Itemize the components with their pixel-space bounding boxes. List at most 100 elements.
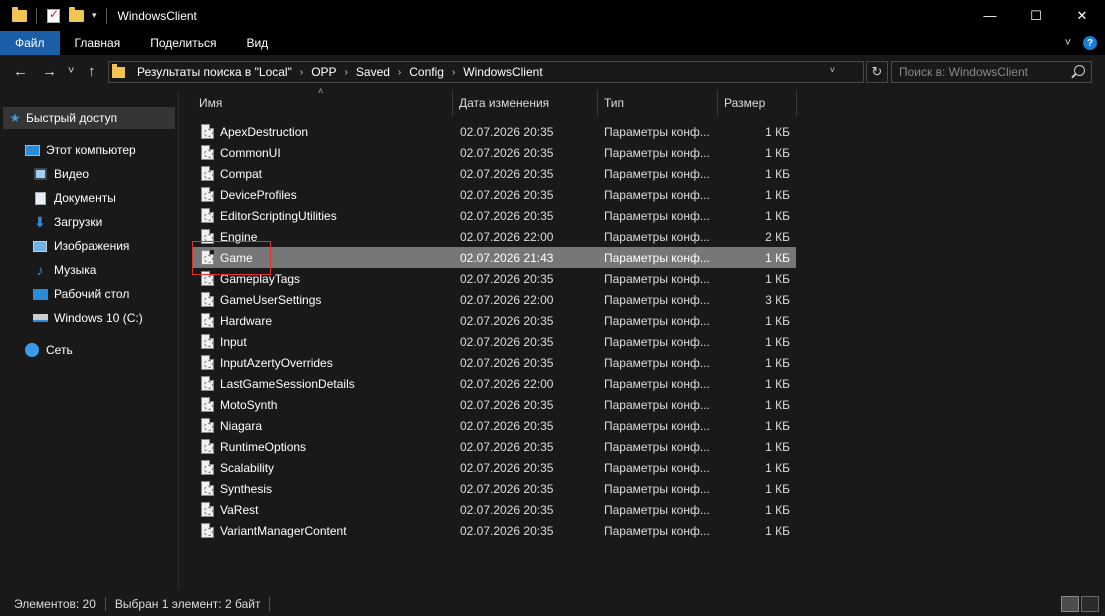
file-date: 02.07.2026 20:35 xyxy=(460,208,554,223)
customize-toolbar-chevron-icon[interactable]: ▾ xyxy=(92,10,97,21)
column-header-type[interactable]: Тип xyxy=(604,90,714,116)
config-file-icon xyxy=(201,208,214,223)
sidebar-item-label: Этот компьютер xyxy=(46,143,136,157)
table-row[interactable]: MotoSynth 02.07.2026 20:35 Параметры конф.… xyxy=(193,394,796,415)
table-row[interactable]: InputAzertyOverrides 02.07.2026 20:35 Пара… xyxy=(193,352,796,373)
properties-icon[interactable] xyxy=(47,7,60,23)
table-row[interactable]: Hardware 02.07.2026 20:35 Параметры конф..… xyxy=(193,310,796,331)
search-input[interactable]: Поиск в: WindowsClient xyxy=(891,61,1092,83)
chevron-right-icon[interactable]: › xyxy=(398,67,401,78)
table-row[interactable]: Engine 02.07.2026 22:00 Параметры конф... 2… xyxy=(193,226,796,247)
column-header-date[interactable]: Дата изменения xyxy=(459,90,594,116)
column-header-name[interactable]: Имя xyxy=(199,90,449,116)
sidebar-item-drive-c[interactable]: Windows 10 (C:) xyxy=(32,307,143,329)
table-row[interactable]: LastGameSessionDetails 02.07.2026 22:00 Па… xyxy=(193,373,796,394)
table-row[interactable]: VaRest 02.07.2026 20:35 Параметры конф... 1… xyxy=(193,499,796,520)
sidebar-item-this-pc[interactable]: Этот компьютер xyxy=(24,139,136,161)
table-row[interactable]: Compat 02.07.2026 20:35 Параметры конф... 1… xyxy=(193,163,796,184)
address-dropdown-chevron-icon[interactable]: ˅ xyxy=(830,65,835,75)
column-divider[interactable] xyxy=(796,90,797,116)
chevron-right-icon[interactable]: › xyxy=(300,67,303,78)
sidebar-item-images[interactable]: Изображения xyxy=(32,235,129,257)
sidebar-item-label: Изображения xyxy=(54,239,130,253)
tab-file[interactable]: Файл xyxy=(0,31,60,55)
sidebar-item-music[interactable]: ♪ Музыка xyxy=(32,259,97,281)
recent-locations-chevron-icon[interactable]: ˅ xyxy=(68,65,74,77)
tab-view[interactable]: Вид xyxy=(231,31,283,55)
file-type: Параметры конф... xyxy=(604,376,710,391)
column-divider[interactable] xyxy=(597,90,598,116)
file-date: 02.07.2026 20:35 xyxy=(460,124,554,139)
sidebar-item-documents[interactable]: Документы xyxy=(32,187,116,209)
file-date: 02.07.2026 20:35 xyxy=(460,334,554,349)
tab-home[interactable]: Главная xyxy=(60,31,136,55)
sidebar-item-label: Рабочий стол xyxy=(54,287,130,301)
sidebar-item-desktop[interactable]: Рабочий стол xyxy=(32,283,129,305)
file-size: 1 КБ xyxy=(765,397,790,412)
config-file-icon xyxy=(201,292,214,307)
table-row[interactable]: VariantManagerContent 02.07.2026 20:35 Пар… xyxy=(193,520,796,541)
refresh-button[interactable]: ↻ xyxy=(866,61,888,83)
large-icons-view-button[interactable] xyxy=(1081,596,1099,612)
file-name: ApexDestruction xyxy=(220,124,309,139)
music-note-icon: ♪ xyxy=(36,262,44,278)
chevron-right-icon[interactable]: › xyxy=(452,67,455,78)
table-row[interactable]: EditorScriptingUtilities 02.07.2026 20:35… xyxy=(193,205,796,226)
table-row[interactable]: Niagara 02.07.2026 20:35 Параметры конф...… xyxy=(193,415,796,436)
sidebar-item-quick-access[interactable]: ★ Быстрый доступ xyxy=(3,107,175,129)
table-row[interactable]: DeviceProfiles 02.07.2026 20:35 Параметры … xyxy=(193,184,796,205)
up-arrow-icon[interactable]: ↑ xyxy=(88,63,96,80)
file-date: 02.07.2026 20:35 xyxy=(460,460,554,475)
table-row[interactable]: GameUserSettings 02.07.2026 22:00 Параметр… xyxy=(193,289,796,310)
config-file-icon xyxy=(201,229,214,244)
table-row[interactable]: CommonUI 02.07.2026 20:35 Параметры конф..… xyxy=(193,142,796,163)
address-bar[interactable]: Результаты поиска в "Local" › OPP › Save… xyxy=(108,61,864,83)
file-size: 1 КБ xyxy=(765,124,790,139)
back-arrow-icon[interactable]: ← xyxy=(13,63,28,80)
sidebar-item-downloads[interactable]: ⬇ Загрузки xyxy=(32,211,102,233)
breadcrumb-saved[interactable]: Saved xyxy=(356,65,390,79)
file-type: Параметры конф... xyxy=(604,145,710,160)
breadcrumb-opp[interactable]: OPP xyxy=(311,65,336,79)
download-arrow-icon: ⬇ xyxy=(34,213,46,230)
help-icon[interactable]: ? xyxy=(1083,36,1097,50)
file-size: 1 КБ xyxy=(765,460,790,475)
details-view-button[interactable] xyxy=(1061,596,1079,612)
column-header-size[interactable]: Размер xyxy=(724,90,794,116)
file-date: 02.07.2026 20:35 xyxy=(460,523,554,538)
maximize-button[interactable]: ☐ xyxy=(1013,0,1059,31)
column-divider[interactable] xyxy=(717,90,718,116)
column-divider[interactable] xyxy=(452,90,453,116)
chevron-right-icon[interactable]: › xyxy=(345,67,348,78)
table-row[interactable]: ApexDestruction 02.07.2026 20:35 Параметры… xyxy=(193,121,796,142)
table-row[interactable]: Synthesis 02.07.2026 20:35 Параметры конф.… xyxy=(193,478,796,499)
minimize-button[interactable]: — xyxy=(967,0,1013,31)
search-icon[interactable] xyxy=(1074,65,1085,76)
tab-share[interactable]: Поделиться xyxy=(135,31,231,55)
breadcrumb-search-results[interactable]: Результаты поиска в "Local" xyxy=(137,65,292,79)
sidebar-item-video[interactable]: Видео xyxy=(32,163,89,185)
divider xyxy=(105,7,107,24)
file-name: CommonUI xyxy=(220,145,281,160)
document-icon xyxy=(32,191,48,205)
file-type: Параметры конф... xyxy=(604,481,710,496)
file-type: Параметры конф... xyxy=(604,229,710,244)
table-row[interactable]: Game 02.07.2026 21:43 Параметры конф... 1 К… xyxy=(193,247,796,268)
sidebar-item-network[interactable]: Сеть xyxy=(24,339,73,361)
file-type: Параметры конф... xyxy=(604,355,710,370)
breadcrumb-windowsclient[interactable]: WindowsClient xyxy=(463,65,542,79)
table-row[interactable]: RuntimeOptions 02.07.2026 20:35 Параметры … xyxy=(193,436,796,457)
search-placeholder: Поиск в: WindowsClient xyxy=(899,65,1028,79)
config-file-icon xyxy=(201,313,214,328)
close-button[interactable]: ✕ xyxy=(1059,0,1105,31)
expand-ribbon-chevron-icon[interactable]: ˅ xyxy=(1065,37,1071,49)
file-name: Game xyxy=(220,250,253,265)
table-row[interactable]: Scalability 02.07.2026 20:35 Параметры кон… xyxy=(193,457,796,478)
file-name: GameplayTags xyxy=(220,271,301,286)
new-folder-icon[interactable] xyxy=(69,6,84,22)
divider xyxy=(36,7,37,24)
forward-arrow-icon[interactable]: → xyxy=(42,63,57,80)
breadcrumb-config[interactable]: Config xyxy=(409,65,444,79)
table-row[interactable]: Input 02.07.2026 20:35 Параметры конф... 1 … xyxy=(193,331,796,352)
table-row[interactable]: GameplayTags 02.07.2026 20:35 Параметры ко… xyxy=(193,268,796,289)
